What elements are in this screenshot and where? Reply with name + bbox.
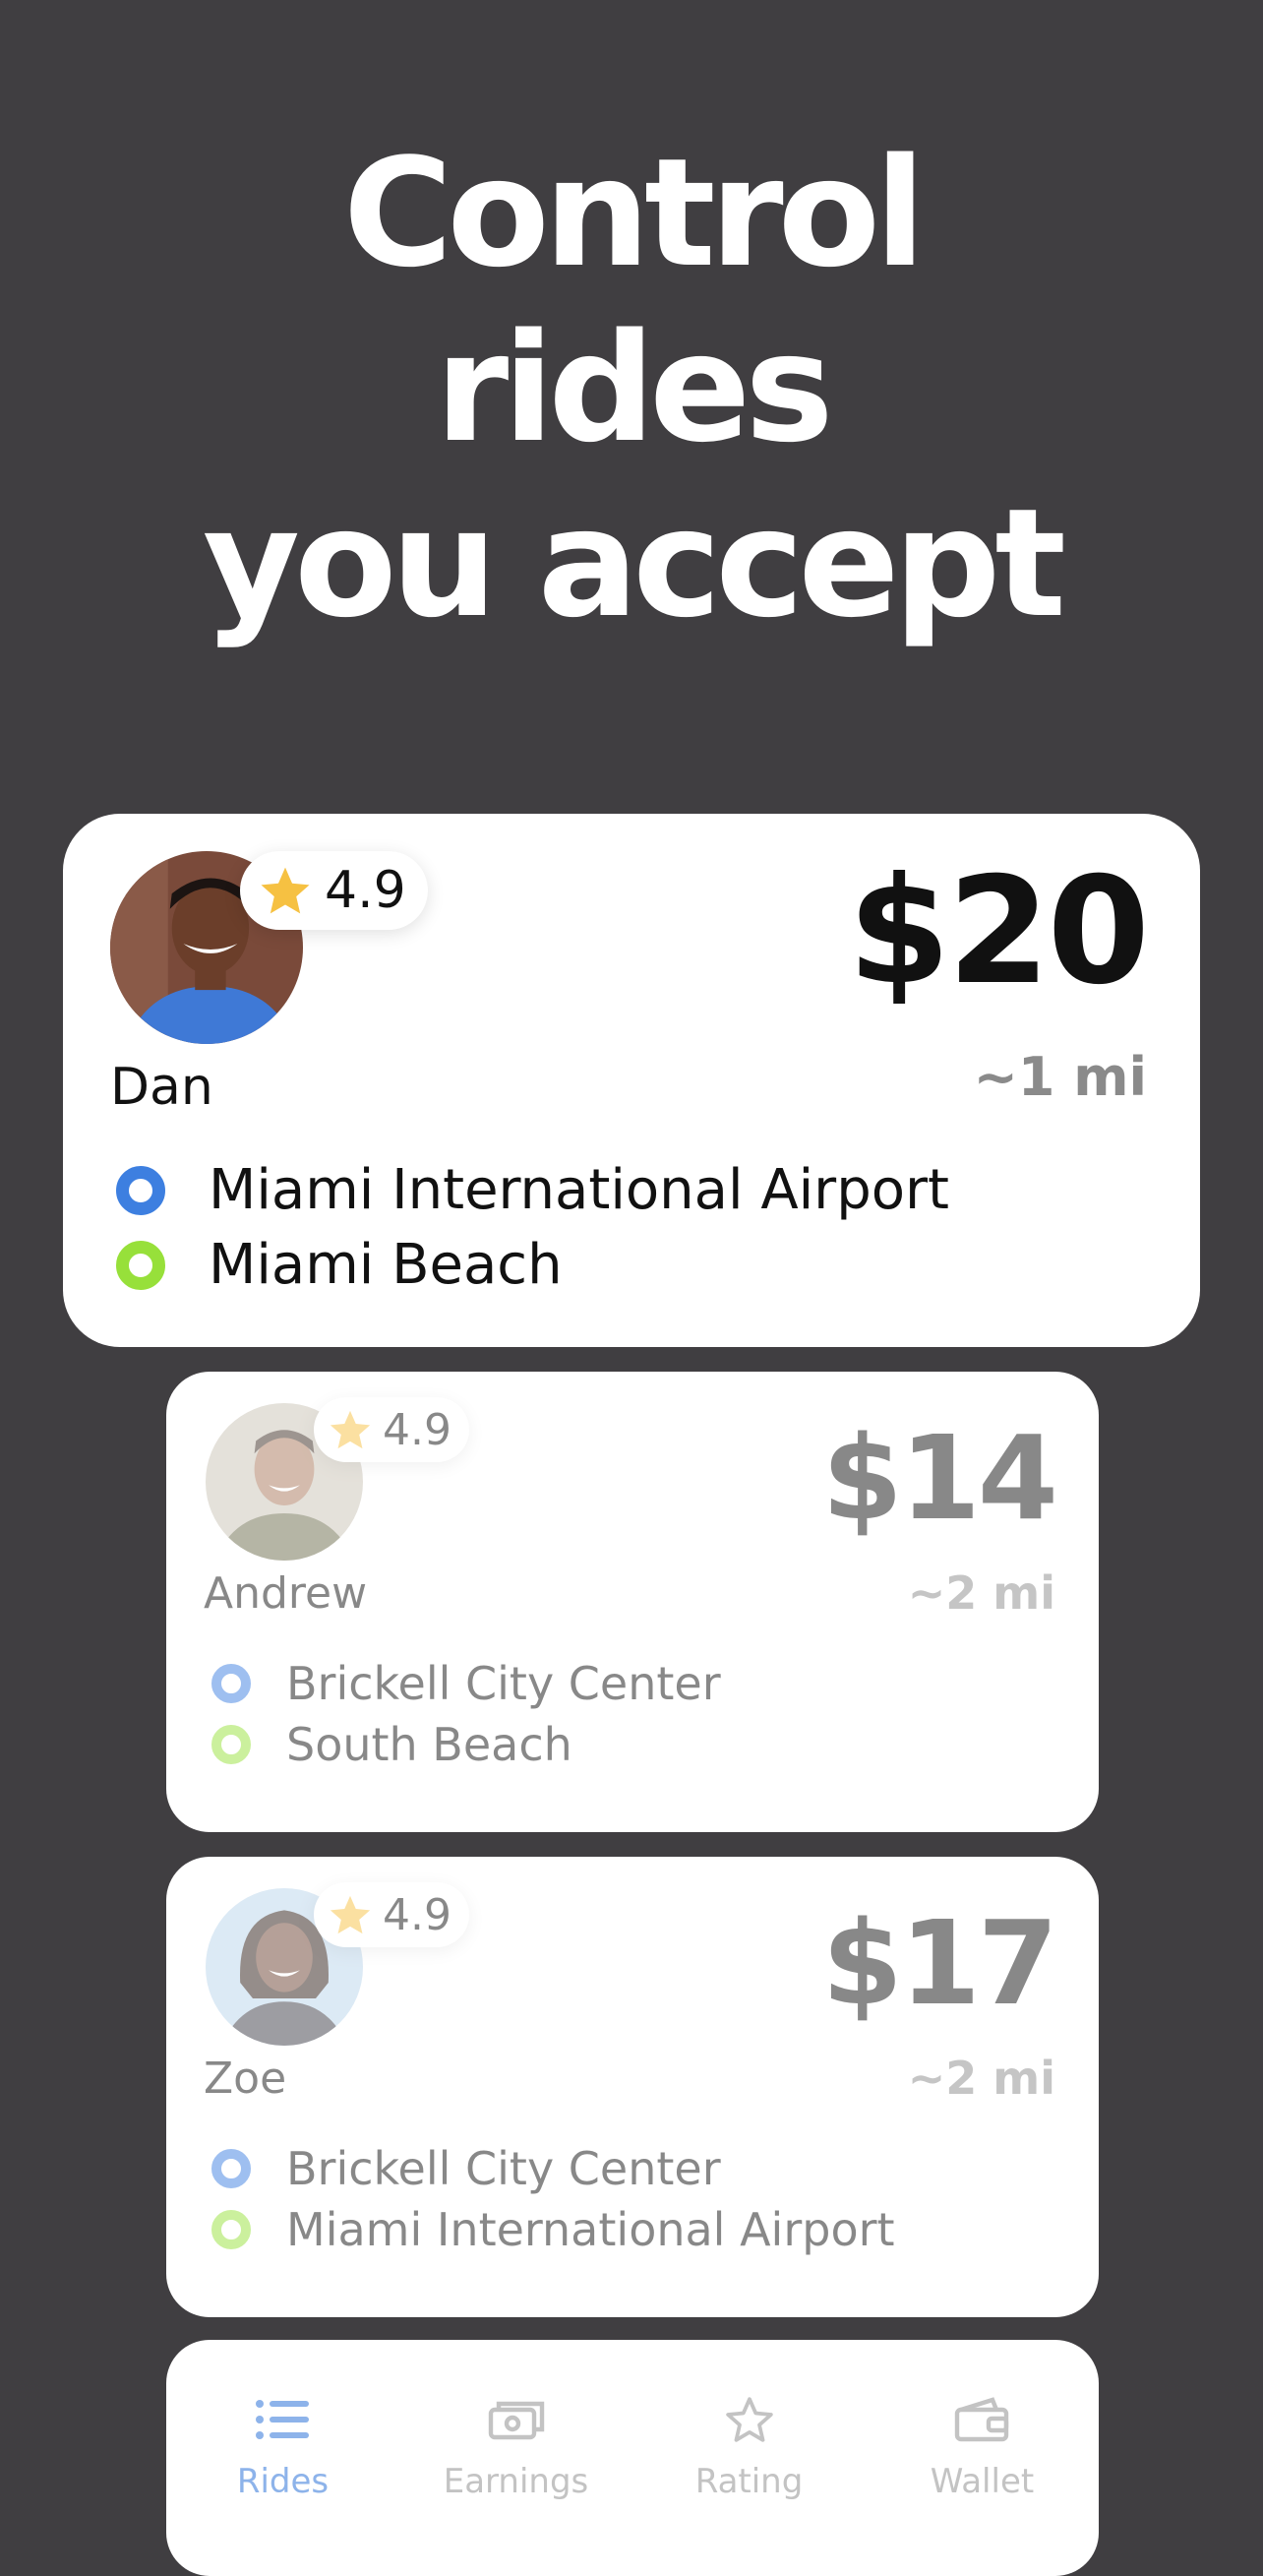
dropoff-dot-icon [211, 1725, 251, 1764]
rider-rating-badge: 4.9 [314, 1397, 469, 1462]
dropoff-location: Miami International Airport [211, 2203, 895, 2256]
star-icon [261, 867, 310, 914]
ride-price: $17 [821, 1895, 1058, 2031]
ride-distance: ~1 mi [973, 1046, 1147, 1108]
nav-label: Wallet [930, 2462, 1035, 2501]
dropoff-location: South Beach [211, 1718, 572, 1771]
pickup-location: Miami International Airport [116, 1158, 949, 1222]
nav-tab-wallet[interactable]: Wallet [866, 2340, 1099, 2576]
rider-name: Zoe [204, 2054, 287, 2104]
nav-tab-rating[interactable]: Rating [632, 2340, 866, 2576]
bottom-nav: Rides Earnings Rating Wallet [166, 2340, 1099, 2576]
star-icon [330, 1410, 371, 1449]
ride-card-primary[interactable]: 4.9 Dan $20 ~1 mi Miami International Ai… [63, 814, 1200, 1347]
pickup-dot-icon [211, 1664, 251, 1703]
ride-distance: ~2 mi [907, 1566, 1055, 1620]
nav-label: Rating [694, 2462, 804, 2501]
pickup-label: Miami International Airport [209, 1158, 949, 1222]
dropoff-label: Miami Beach [209, 1233, 563, 1297]
wallet-icon [954, 2397, 1008, 2442]
pickup-label: Brickell City Center [286, 2142, 721, 2195]
banknote-icon [488, 2401, 544, 2440]
rider-rating-badge: 4.9 [240, 851, 428, 930]
list-icon [255, 2400, 309, 2439]
headline-line-2: rides [435, 301, 833, 475]
pickup-location: Brickell City Center [211, 1657, 721, 1710]
star-icon [330, 1895, 371, 1934]
pickup-label: Brickell City Center [286, 1657, 721, 1710]
dropoff-label: Miami International Airport [286, 2203, 895, 2256]
dropoff-dot-icon [211, 2210, 251, 2249]
rider-name: Andrew [204, 1568, 368, 1619]
ride-card-tertiary[interactable]: 4.9 Zoe $17 ~2 mi Brickell City Center M… [166, 1857, 1099, 2317]
dropoff-dot-icon [116, 1240, 165, 1290]
headline-line-1: Control [342, 126, 926, 300]
rating-value: 4.9 [325, 861, 406, 920]
rating-value: 4.9 [383, 1404, 451, 1455]
pickup-location: Brickell City Center [211, 2142, 721, 2195]
ride-price: $14 [821, 1410, 1058, 1546]
nav-tab-rides[interactable]: Rides [166, 2340, 399, 2576]
rider-name: Dan [110, 1058, 213, 1117]
page-headline: Control rides you accept [0, 126, 1263, 651]
dropoff-label: South Beach [286, 1718, 572, 1771]
star-outline-icon [725, 2397, 773, 2442]
dropoff-location: Miami Beach [116, 1233, 563, 1297]
nav-label: Rides [236, 2462, 330, 2501]
ride-price: $20 [847, 846, 1150, 1017]
rider-rating-badge: 4.9 [314, 1882, 469, 1947]
pickup-dot-icon [211, 2149, 251, 2188]
ride-card-secondary[interactable]: 4.9 Andrew $14 ~2 mi Brickell City Cente… [166, 1372, 1099, 1832]
headline-line-3: you accept [203, 476, 1066, 650]
ride-distance: ~2 mi [907, 2052, 1055, 2105]
pickup-dot-icon [116, 1165, 165, 1215]
rating-value: 4.9 [383, 1889, 451, 1940]
nav-label: Earnings [443, 2462, 589, 2501]
nav-tab-earnings[interactable]: Earnings [399, 2340, 632, 2576]
